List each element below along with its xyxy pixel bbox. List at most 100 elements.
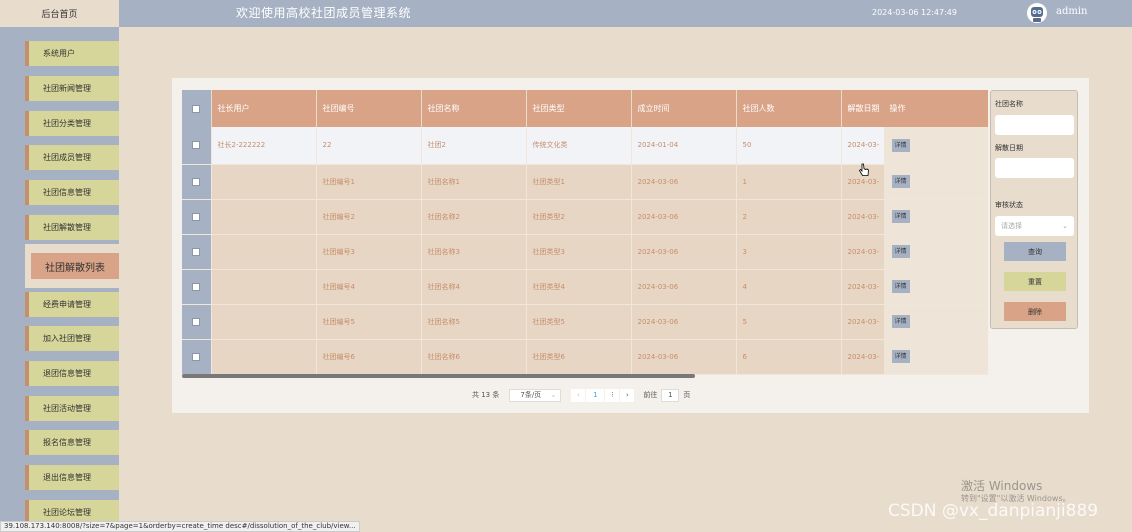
cell-member-count: 5 bbox=[736, 304, 842, 340]
cell-leader-user bbox=[211, 269, 317, 305]
home-tab[interactable]: 后台首页 bbox=[0, 0, 119, 27]
row-checkbox[interactable] bbox=[192, 247, 201, 256]
reset-button[interactable]: 重置 bbox=[1004, 272, 1066, 291]
row-checkbox[interactable] bbox=[192, 212, 201, 221]
row-checkbox-cell[interactable] bbox=[182, 164, 212, 200]
col-header-founded-date: 成立时间 bbox=[631, 90, 737, 127]
table-row: 社团编号6 社团名称6 社团类型6 2024-03-06 6 2024-03- … bbox=[182, 339, 988, 375]
cell-member-count: 1 bbox=[736, 164, 842, 200]
row-checkbox[interactable] bbox=[192, 141, 201, 150]
top-header: 后台首页 欢迎使用高校社团成员管理系统 2024-03-06 12:47:49 … bbox=[0, 0, 1132, 27]
browser-status-url: 39.108.173.140:8008/?size=7&page=1&order… bbox=[0, 521, 360, 532]
cell-club-code: 社团编号6 bbox=[316, 339, 422, 375]
cell-leader-user bbox=[211, 339, 317, 375]
row-checkbox-cell[interactable] bbox=[182, 304, 212, 340]
table-row: 社团编号4 社团名称4 社团类型4 2024-03-06 4 2024-03- … bbox=[182, 269, 988, 305]
cell-club-type: 社团类型5 bbox=[526, 304, 632, 340]
cell-leader-user bbox=[211, 199, 317, 235]
chevron-down-icon: ⌄ bbox=[550, 391, 557, 399]
sidebar-item-club-dissolve[interactable]: 社团解散管理 bbox=[25, 215, 119, 240]
row-checkbox-cell[interactable] bbox=[182, 269, 212, 305]
delete-button[interactable]: 删除 bbox=[1004, 302, 1066, 321]
sidebar: 系统用户 社团新闻管理 社团分类管理 社团成员管理 社团信息管理 社团解散管理 … bbox=[0, 27, 119, 532]
cell-member-count: 50 bbox=[736, 127, 842, 165]
cell-club-type: 传统文化类 bbox=[526, 127, 632, 165]
row-checkbox-cell[interactable] bbox=[182, 127, 212, 165]
sidebar-item-exit-info[interactable]: 退出信息管理 bbox=[25, 465, 119, 490]
cell-actions: 详情 bbox=[883, 127, 988, 165]
robot-avatar-icon[interactable] bbox=[1027, 2, 1047, 24]
cell-founded-date: 2024-03-06 bbox=[631, 199, 737, 235]
dissolve-date-input[interactable] bbox=[995, 158, 1074, 178]
sidebar-item-funding[interactable]: 经费申请管理 bbox=[25, 292, 119, 317]
cell-founded-date: 2024-03-06 bbox=[631, 339, 737, 375]
username[interactable]: admin bbox=[1056, 6, 1087, 17]
table-header-row: 社长用户 社团编号 社团名称 社团类型 成立时间 社团人数 解散日期 操作 bbox=[182, 90, 988, 127]
cell-club-code: 社团编号2 bbox=[316, 199, 422, 235]
sidebar-item-dissolve-list[interactable]: 社团解散列表 bbox=[25, 244, 119, 288]
sidebar-item-club-category[interactable]: 社团分类管理 bbox=[25, 111, 119, 136]
sidebar-item-quit-info[interactable]: 退团信息管理 bbox=[25, 361, 119, 386]
cell-actions: 详情 bbox=[883, 234, 988, 270]
detail-button[interactable]: 详情 bbox=[891, 210, 910, 223]
page-size-select[interactable]: 7条/页 ⌄ bbox=[509, 388, 562, 402]
detail-button[interactable]: 详情 bbox=[891, 138, 910, 152]
detail-button[interactable]: 详情 bbox=[891, 280, 910, 293]
csdn-watermark: CSDN @vx_danpianji889 bbox=[888, 501, 1099, 521]
query-button[interactable]: 查询 bbox=[1004, 242, 1066, 261]
total-count: 共 13 条 bbox=[472, 391, 500, 399]
cell-leader-user bbox=[211, 164, 317, 200]
select-all-checkbox-cell[interactable] bbox=[182, 90, 212, 127]
sidebar-item-join-club[interactable]: 加入社团管理 bbox=[25, 326, 119, 351]
cell-club-code: 社团编号5 bbox=[316, 304, 422, 340]
row-checkbox[interactable] bbox=[192, 177, 201, 186]
cell-club-name: 社团名称4 bbox=[421, 269, 527, 305]
club-name-input[interactable] bbox=[995, 115, 1074, 135]
cell-founded-date: 2024-03-06 bbox=[631, 269, 737, 305]
audit-status-select[interactable]: 请选择 ⌄ bbox=[995, 216, 1074, 236]
goto-page-input[interactable]: 1 bbox=[661, 388, 680, 402]
table-row: 社团编号2 社团名称2 社团类型2 2024-03-06 2 2024-03- … bbox=[182, 199, 988, 235]
pagination: 共 13 条 7条/页 ⌄ ‹ 1 ⁝ › 前往 1 页 bbox=[472, 388, 690, 402]
page-number-current[interactable]: 1 bbox=[586, 388, 605, 402]
select-all-checkbox[interactable] bbox=[192, 104, 201, 113]
cell-club-code: 社团编号1 bbox=[316, 164, 422, 200]
col-header-club-type: 社团类型 bbox=[526, 90, 632, 127]
cell-founded-date: 2024-03-06 bbox=[631, 234, 737, 270]
cell-leader-user: 社长2-222222 bbox=[211, 127, 317, 165]
sidebar-item-activities[interactable]: 社团活动管理 bbox=[25, 396, 119, 421]
cell-club-name: 社团2 bbox=[421, 127, 527, 165]
sidebar-item-signup[interactable]: 报名信息管理 bbox=[25, 430, 119, 455]
sidebar-item-club-members[interactable]: 社团成员管理 bbox=[25, 145, 119, 170]
sidebar-item-system-users[interactable]: 系统用户 bbox=[25, 41, 119, 66]
row-checkbox[interactable] bbox=[192, 352, 201, 361]
next-page-button[interactable]: › bbox=[620, 388, 635, 402]
audit-status-placeholder: 请选择 bbox=[1001, 222, 1022, 230]
row-checkbox[interactable] bbox=[192, 317, 201, 326]
cell-club-name: 社团名称5 bbox=[421, 304, 527, 340]
hand-cursor-icon bbox=[858, 163, 869, 176]
table-scroll-area[interactable]: 社长用户 社团编号 社团名称 社团类型 成立时间 社团人数 解散日期 操作 社长… bbox=[182, 90, 988, 377]
sidebar-item-club-info[interactable]: 社团信息管理 bbox=[25, 180, 119, 205]
windows-activation-title: 激活 Windows bbox=[961, 479, 1043, 493]
cell-club-type: 社团类型3 bbox=[526, 234, 632, 270]
page-suffix: 页 bbox=[683, 391, 691, 399]
detail-button[interactable]: 详情 bbox=[891, 350, 910, 363]
sidebar-item-club-news[interactable]: 社团新闻管理 bbox=[25, 76, 119, 101]
cell-club-type: 社团类型1 bbox=[526, 164, 632, 200]
club-name-label: 社团名称 bbox=[995, 100, 1023, 108]
detail-button[interactable]: 详情 bbox=[891, 245, 910, 258]
detail-button[interactable]: 详情 bbox=[891, 315, 910, 328]
cell-member-count: 2 bbox=[736, 199, 842, 235]
row-checkbox-cell[interactable] bbox=[182, 199, 212, 235]
prev-page-button[interactable]: ‹ bbox=[571, 388, 586, 402]
row-checkbox-cell[interactable] bbox=[182, 234, 212, 270]
more-pages-button[interactable]: ⁝ bbox=[605, 388, 620, 402]
horizontal-scrollbar[interactable] bbox=[182, 374, 695, 378]
goto-label: 前往 bbox=[643, 391, 658, 399]
chevron-down-icon: ⌄ bbox=[1062, 222, 1068, 230]
row-checkbox-cell[interactable] bbox=[182, 339, 212, 375]
row-checkbox[interactable] bbox=[192, 282, 201, 291]
detail-button[interactable]: 详情 bbox=[891, 175, 910, 188]
cell-founded-date: 2024-01-04 bbox=[631, 127, 737, 165]
